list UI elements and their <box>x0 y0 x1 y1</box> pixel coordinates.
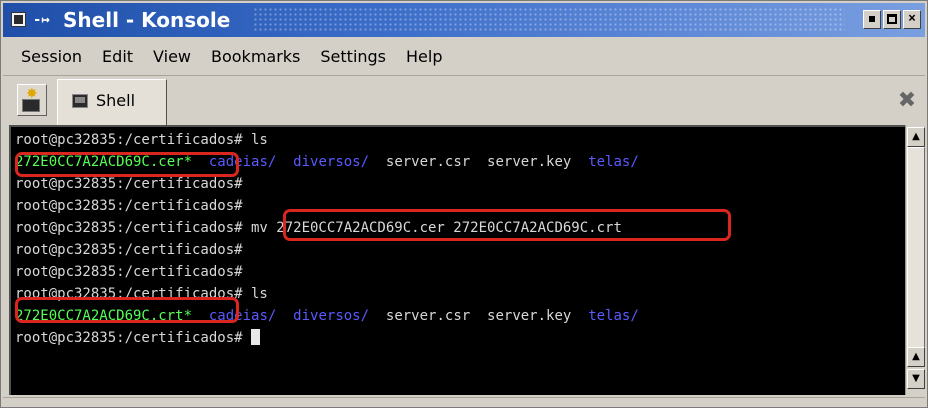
close-session-icon: ✖ <box>897 88 917 113</box>
new-session-button[interactable]: ✸ <box>17 84 47 116</box>
terminal-cursor <box>251 329 261 345</box>
highlight-mv-command <box>283 209 731 241</box>
menu-session[interactable]: Session <box>3 39 92 75</box>
tab-bar: ✸ Shell ✖ <box>3 77 925 125</box>
terminal-text-segment: root@pc32835:/certificados# <box>15 330 252 346</box>
title-bar-pattern <box>253 7 845 33</box>
window-bottom-edge <box>3 397 925 408</box>
scroll-thumb[interactable] <box>907 147 925 365</box>
terminal-line: root@pc32835:/certificados# <box>15 327 905 349</box>
terminal-output[interactable]: root@pc32835:/certificados# ls 272E0CC7A2… <box>9 125 905 395</box>
terminal-text-segment: root@pc32835:/certificados# <box>15 176 243 192</box>
terminal-text-segment: server.csr server.key <box>369 154 589 170</box>
terminal-text-segment: root@pc32835:/certificados# ls <box>15 132 268 148</box>
terminal-line: root@pc32835:/certificados# ls <box>15 129 905 151</box>
scroll-down-icon: ▼ <box>912 373 920 384</box>
terminal-text-segment: telas/ <box>588 154 639 170</box>
terminal-text-segment: telas/ <box>588 308 639 324</box>
tab-shell[interactable]: Shell <box>57 79 167 125</box>
highlight-crt-file <box>15 297 239 323</box>
close-icon: × <box>908 11 916 26</box>
window-title: Shell - Konsole <box>63 8 231 32</box>
menu-view[interactable]: View <box>143 39 201 75</box>
menu-settings[interactable]: Settings <box>310 39 396 75</box>
terminal-text-segment: diversos/ <box>293 154 370 170</box>
terminal-icon <box>72 94 88 108</box>
terminal-text-segment: root@pc32835:/certificados# <box>15 242 243 258</box>
scroll-down-button[interactable]: ▼ <box>907 369 925 389</box>
scroll-up-icon-lower: ▲ <box>912 351 920 362</box>
vertical-scrollbar[interactable]: ▲ ▲ ▼ <box>905 125 925 395</box>
highlight-cer-file <box>15 152 239 177</box>
title-bar[interactable]: -↦ Shell - Konsole × <box>3 3 925 37</box>
scroll-up-button-lower[interactable]: ▲ <box>907 347 925 367</box>
terminal-line: root@pc32835:/certificados# <box>15 261 905 283</box>
menu-edit[interactable]: Edit <box>92 39 143 75</box>
terminal-text-segment: diversos/ <box>293 308 370 324</box>
new-session-screen-icon <box>22 99 40 112</box>
tab-shell-label: Shell <box>96 91 136 110</box>
konsole-window: -↦ Shell - Konsole × Session Edit View B… <box>0 0 928 408</box>
sticky-icon[interactable]: -↦ <box>33 12 55 28</box>
menu-bar: Session Edit View Bookmarks Settings Hel… <box>3 39 925 76</box>
terminal-text-segment: server.csr server.key <box>369 308 589 324</box>
scroll-up-icon: ▲ <box>912 131 920 142</box>
menu-bookmarks[interactable]: Bookmarks <box>201 39 310 75</box>
window-menu-icon[interactable] <box>11 12 26 27</box>
window-controls: × <box>863 10 921 29</box>
minimize-icon <box>869 16 875 22</box>
menu-help[interactable]: Help <box>396 39 452 75</box>
minimize-button[interactable] <box>863 10 881 29</box>
close-button[interactable]: × <box>903 10 921 29</box>
terminal-text-segment: root@pc32835:/certificados# <box>15 198 243 214</box>
maximize-icon <box>887 14 897 24</box>
terminal-line: root@pc32835:/certificados# <box>15 239 905 261</box>
maximize-button[interactable] <box>883 10 901 29</box>
terminal-text-segment: root@pc32835:/certificados# <box>15 264 243 280</box>
close-session-button[interactable]: ✖ <box>893 87 921 115</box>
scroll-up-button[interactable]: ▲ <box>907 127 925 147</box>
